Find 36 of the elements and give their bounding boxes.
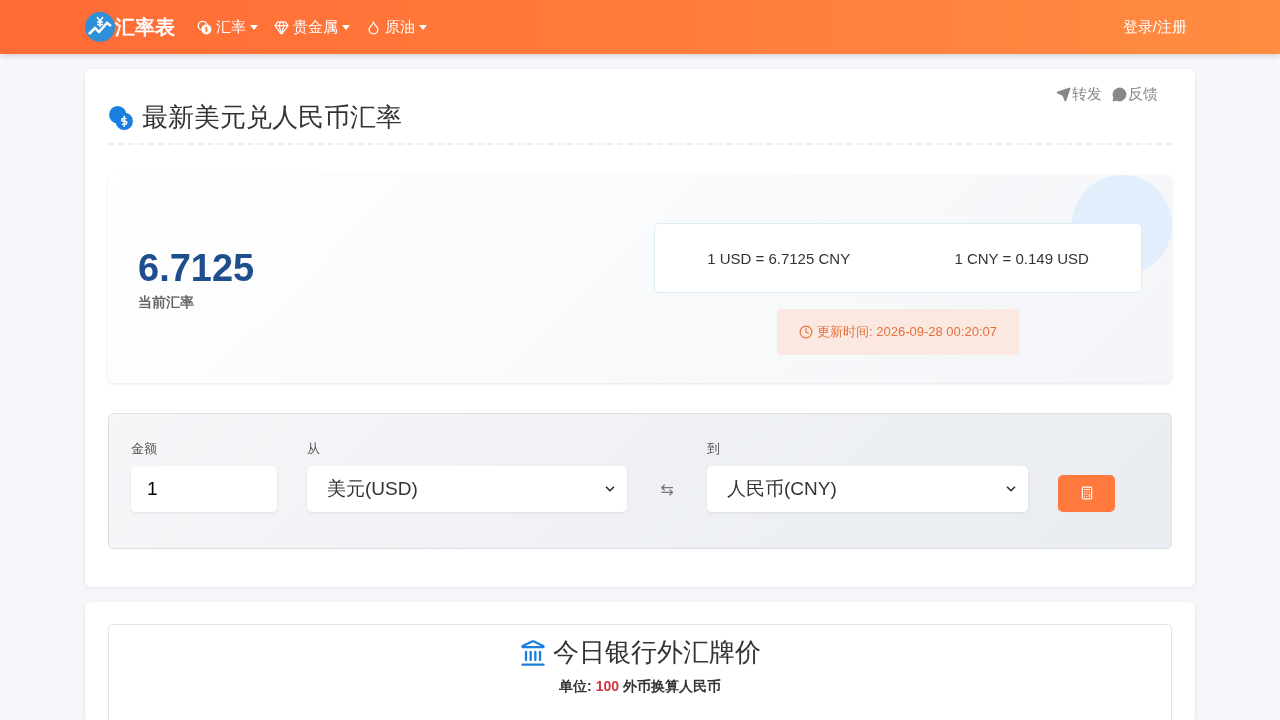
caret-icon (250, 24, 258, 30)
field-label: 到 (707, 440, 721, 458)
clock-icon (799, 325, 814, 339)
send-icon (1056, 87, 1071, 102)
diamond-icon (274, 19, 289, 35)
nav-menu-item[interactable]: 原油 (358, 17, 435, 37)
droplet-icon (366, 19, 381, 35)
rate-label: 当前汇率 (138, 293, 195, 312)
calculate-button[interactable] (1058, 474, 1115, 512)
amount-input[interactable]: 1 (131, 466, 277, 512)
rate-value: 6.7125 (138, 246, 256, 290)
calculator-icon (1079, 486, 1094, 500)
action-link[interactable]: 转发 (1056, 85, 1102, 104)
update-time-text: 更新时间: 2026-09-28 00:20:07 (817, 323, 997, 341)
from-currency-select[interactable]: 美元(USD) (307, 466, 627, 512)
page-title: 最新美元兑人民币汇率 (142, 101, 402, 134)
field-label: 从 (307, 440, 321, 458)
caret-icon (419, 24, 427, 30)
logo-icon (85, 12, 115, 42)
comment-icon (1112, 87, 1127, 102)
swap-icon[interactable]: ⇆ (653, 466, 681, 512)
section-title: 今日银行外汇牌价 (553, 636, 761, 669)
nav-menu-item[interactable]: 汇率 (189, 17, 266, 37)
login-link[interactable]: 登录/注册 (1114, 17, 1195, 37)
coins-icon (108, 104, 134, 131)
conversion-text: 1 CNY = 0.149 USD (954, 249, 1089, 267)
nav-menu-item[interactable]: 贵金属 (266, 17, 358, 37)
bank-icon (519, 638, 547, 667)
field-label: 金额 (131, 440, 158, 458)
conversion-text: 1 USD = 6.7125 CNY (707, 249, 851, 267)
caret-icon (342, 24, 350, 30)
brand-link[interactable]: 汇率表 (85, 12, 175, 42)
unit-note: 单位: 100 外币换算人民币 (559, 678, 721, 696)
to-currency-select[interactable]: 人民币(CNY) (707, 466, 1028, 512)
coins-icon (197, 19, 212, 35)
action-link[interactable]: 反馈 (1112, 85, 1158, 104)
